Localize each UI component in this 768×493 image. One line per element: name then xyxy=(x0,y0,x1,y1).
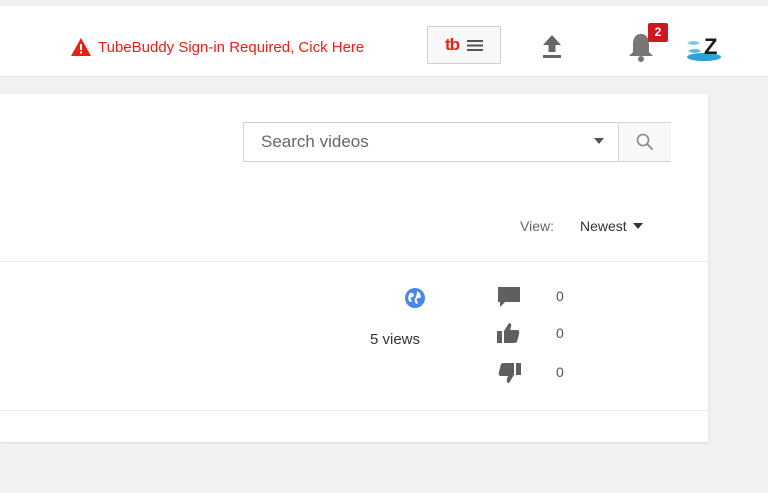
search-button[interactable] xyxy=(618,123,671,161)
thumbs-down-icon[interactable] xyxy=(497,362,521,384)
view-count: 5 views xyxy=(370,331,421,348)
globe-icon[interactable] xyxy=(404,287,426,309)
like-count: 0 xyxy=(556,325,564,341)
upload-icon[interactable] xyxy=(540,33,564,59)
tubebuddy-logo: tb xyxy=(444,35,460,54)
hamburger-icon xyxy=(467,39,484,51)
avatar-letter: Z xyxy=(704,34,717,59)
search-icon xyxy=(636,133,654,151)
divider-top xyxy=(0,261,708,262)
sort-dropdown[interactable]: Newest xyxy=(580,218,643,234)
warning-icon xyxy=(71,38,91,56)
chevron-down-icon xyxy=(632,223,643,229)
tubebuddy-menu-button[interactable]: tb xyxy=(427,26,501,64)
account-avatar[interactable]: Z xyxy=(684,31,726,65)
videos-panel: View: Newest 5 views 0 0 0 xyxy=(0,94,708,442)
tubebuddy-signin-link[interactable]: TubeBuddy Sign-in Required, Cick Here xyxy=(70,36,364,58)
view-label: View: xyxy=(520,218,554,234)
thumbs-up-icon[interactable] xyxy=(497,322,521,344)
dislike-count: 0 xyxy=(556,364,564,380)
comment-icon xyxy=(498,287,520,307)
divider-bottom xyxy=(0,410,708,411)
notification-count-badge: 2 xyxy=(648,23,668,42)
sort-selected-value: Newest xyxy=(580,218,627,234)
top-bar: TubeBuddy Sign-in Required, Cick Here tb… xyxy=(0,6,768,77)
search-box xyxy=(243,122,671,162)
comment-count: 0 xyxy=(556,288,564,304)
search-filter-dropdown-icon[interactable] xyxy=(594,138,604,144)
channel-logo-icon: Z xyxy=(687,34,721,61)
tubebuddy-signin-text: TubeBuddy Sign-in Required, Cick Here xyxy=(98,38,365,56)
search-videos-input[interactable] xyxy=(244,123,574,161)
